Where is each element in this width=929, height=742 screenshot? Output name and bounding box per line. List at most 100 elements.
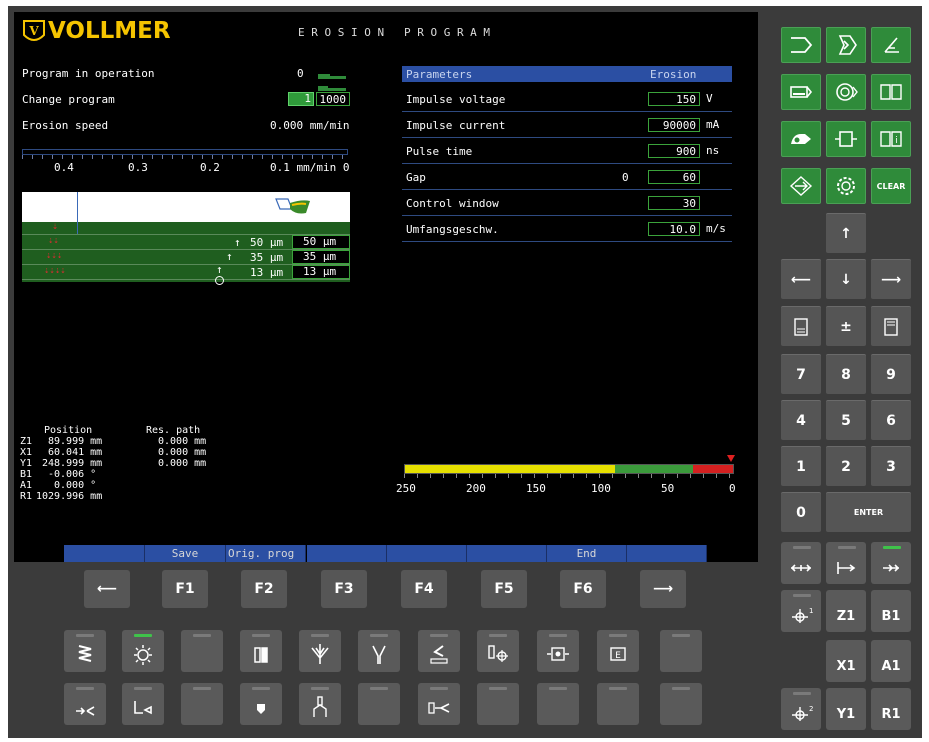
axis-z1-key[interactable]: Z1 bbox=[826, 590, 866, 632]
machine-key-blank-2[interactable] bbox=[660, 630, 702, 672]
home-2-key[interactable]: 2 bbox=[781, 688, 821, 730]
machine-key-tool[interactable] bbox=[299, 683, 341, 725]
machine-key-fork[interactable] bbox=[358, 630, 400, 672]
machine-key-program-e[interactable]: E bbox=[597, 630, 639, 672]
fast-forward-key[interactable] bbox=[871, 542, 911, 584]
arrow-right-key[interactable]: ⟶ bbox=[871, 259, 911, 299]
f1-button[interactable]: F1 bbox=[162, 570, 208, 608]
f3-button[interactable]: F3 bbox=[321, 570, 367, 608]
machine-key-blank-1[interactable] bbox=[181, 630, 223, 672]
param-label-pulse-time: Pulse time bbox=[406, 145, 473, 158]
param-input-impulse-current[interactable]: 90000 bbox=[648, 118, 700, 132]
softkey-orig-prog[interactable]: Orig. prog bbox=[226, 545, 306, 562]
softkey-0[interactable] bbox=[64, 545, 145, 562]
machine-key-blank-5[interactable] bbox=[477, 683, 519, 725]
transfer-key[interactable] bbox=[826, 121, 866, 157]
digit-6-key[interactable]: 6 bbox=[871, 400, 911, 440]
softkey-4[interactable] bbox=[387, 545, 467, 562]
gear-key[interactable] bbox=[826, 168, 866, 204]
clear-key[interactable]: CLEAR bbox=[871, 168, 911, 204]
digit-0-key[interactable]: 0 bbox=[781, 492, 821, 532]
info-key[interactable]: i bbox=[871, 121, 911, 157]
change-program-input[interactable]: 1000 bbox=[316, 92, 350, 106]
f4-button[interactable]: F4 bbox=[401, 570, 447, 608]
machine-key-light[interactable] bbox=[122, 630, 164, 672]
param-input-impulse-voltage[interactable]: 150 bbox=[648, 92, 700, 106]
transfer-icon bbox=[547, 647, 569, 661]
machine-key-blank-8[interactable] bbox=[660, 683, 702, 725]
machine-data-key[interactable] bbox=[781, 74, 821, 110]
machine-key-blank-6[interactable] bbox=[537, 683, 579, 725]
book-icon bbox=[880, 84, 902, 100]
axis-r1-key[interactable]: R1 bbox=[871, 688, 911, 730]
softkey-end[interactable]: End bbox=[547, 545, 627, 562]
digit-9-key[interactable]: 9 bbox=[871, 354, 911, 394]
digit-5-key[interactable]: 5 bbox=[826, 400, 866, 440]
softkey-3[interactable] bbox=[307, 545, 387, 562]
machine-key-blank-7[interactable] bbox=[597, 683, 639, 725]
f2-button[interactable]: F2 bbox=[241, 570, 287, 608]
arrow-left-key[interactable]: ⟵ bbox=[781, 259, 821, 299]
wheel-key[interactable] bbox=[781, 121, 821, 157]
next-key[interactable] bbox=[826, 27, 866, 63]
rapid-back-key[interactable] bbox=[781, 542, 821, 584]
param-input-umfangsgeschw[interactable]: 10.0 bbox=[648, 222, 700, 236]
machine-key-feed[interactable] bbox=[64, 683, 106, 725]
machine-key-blank-4[interactable] bbox=[358, 683, 400, 725]
machine-key-drop[interactable] bbox=[240, 683, 282, 725]
axis-b1-key[interactable]: B1 bbox=[871, 590, 911, 632]
digit-7-key[interactable]: 7 bbox=[781, 354, 821, 394]
softkey-save[interactable]: Save bbox=[145, 545, 226, 562]
program-bar-icon bbox=[318, 70, 346, 79]
machine-key-measure[interactable] bbox=[418, 630, 460, 672]
f5-button[interactable]: F5 bbox=[481, 570, 527, 608]
angle-key[interactable] bbox=[871, 27, 911, 63]
machine-key-clamp[interactable] bbox=[240, 630, 282, 672]
softkey-7[interactable] bbox=[627, 545, 707, 562]
axis-position: 1029.996 mm bbox=[36, 491, 103, 502]
machine-key-probe[interactable] bbox=[477, 630, 519, 672]
change-program-number[interactable]: 1 bbox=[288, 92, 314, 106]
erosion-speed-label: Erosion speed bbox=[22, 119, 109, 132]
digit-2-key[interactable]: 2 bbox=[826, 446, 866, 486]
plus-minus-key[interactable]: ± bbox=[826, 306, 866, 346]
param-input-control-window[interactable]: 30 bbox=[648, 196, 700, 210]
param-input-pulse-time[interactable]: 900 bbox=[648, 144, 700, 158]
reference-key[interactable] bbox=[781, 168, 821, 204]
program-in-operation-label: Program in operation bbox=[22, 67, 155, 80]
machine-key-loader[interactable] bbox=[122, 683, 164, 725]
drop-icon bbox=[257, 704, 265, 714]
softkey-right-arrow-button[interactable]: ⟶ bbox=[640, 570, 686, 608]
axis-label: R1 bbox=[20, 491, 33, 502]
disc-key[interactable] bbox=[826, 74, 866, 110]
exit-key[interactable] bbox=[781, 27, 821, 63]
axis-a1-key[interactable]: A1 bbox=[871, 640, 911, 682]
page-down-key[interactable] bbox=[871, 306, 911, 346]
machine-key-coolant[interactable] bbox=[299, 630, 341, 672]
home-1-key[interactable]: 1 bbox=[781, 590, 821, 632]
page-up-key[interactable] bbox=[781, 306, 821, 346]
enter-key[interactable]: ENTER bbox=[826, 492, 911, 532]
digit-8-key[interactable]: 8 bbox=[826, 354, 866, 394]
pass-3-input[interactable]: 13 µm bbox=[292, 265, 350, 279]
digit-3-key[interactable]: 3 bbox=[871, 446, 911, 486]
digit-1-key[interactable]: 1 bbox=[781, 446, 821, 486]
jog-mode-key[interactable] bbox=[826, 542, 866, 584]
pass-2-input[interactable]: 35 µm bbox=[292, 250, 350, 264]
arrow-up-key[interactable]: ↑ bbox=[826, 213, 866, 253]
digit-4-key[interactable]: 4 bbox=[781, 400, 821, 440]
softkey-left-arrow-button[interactable]: ⟵ bbox=[84, 570, 130, 608]
machine-key-wire[interactable] bbox=[64, 630, 106, 672]
infeed-icon bbox=[428, 702, 450, 714]
axis-y1-key[interactable]: Y1 bbox=[826, 688, 866, 730]
machine-key-infeed[interactable] bbox=[418, 683, 460, 725]
f6-button[interactable]: F6 bbox=[560, 570, 606, 608]
arrow-down-key[interactable]: ↓ bbox=[826, 259, 866, 299]
machine-key-transfer[interactable] bbox=[537, 630, 579, 672]
pass-1-input[interactable]: 50 µm bbox=[292, 235, 350, 249]
machine-key-blank-3[interactable] bbox=[181, 683, 223, 725]
axis-x1-key[interactable]: X1 bbox=[826, 640, 866, 682]
softkey-5[interactable] bbox=[467, 545, 547, 562]
manual-key[interactable] bbox=[871, 74, 911, 110]
param-input-gap[interactable]: 60 bbox=[648, 170, 700, 184]
